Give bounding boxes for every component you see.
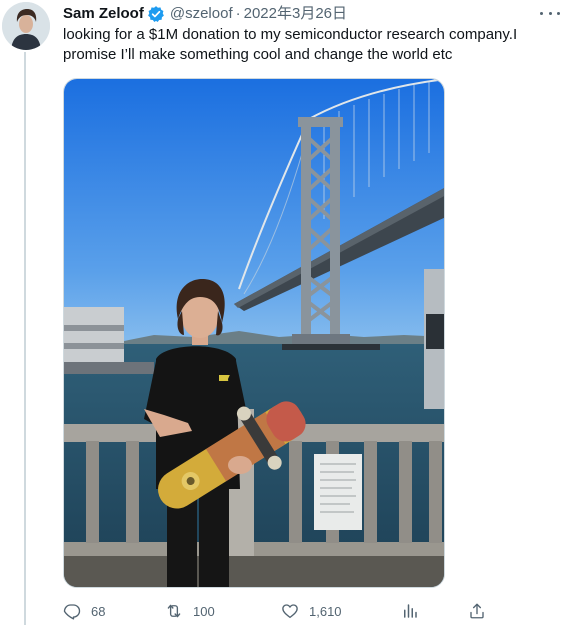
action-bar: 68 100 1,610	[63, 600, 493, 622]
tweet: Sam Zeloof @szeloof · 2022年3月26日 looking…	[0, 0, 568, 625]
heart-icon	[282, 604, 298, 619]
retweet-count: 100	[193, 603, 215, 619]
separator-dot: ·	[235, 5, 241, 22]
avatar-image	[2, 2, 50, 50]
verified-badge-icon	[147, 6, 164, 23]
more-dot	[540, 11, 543, 15]
share-icon	[470, 603, 484, 619]
reply-count: 68	[91, 603, 106, 619]
more-dot	[548, 11, 552, 15]
like-button[interactable]: 1,610	[281, 600, 342, 622]
tweet-photo[interactable]	[63, 78, 445, 588]
share-button[interactable]	[468, 600, 486, 622]
retweet-icon	[167, 604, 181, 618]
more-horizontal-icon[interactable]	[540, 6, 560, 20]
reply-icon	[63, 604, 81, 620]
author-handle[interactable]: @szeloof	[170, 4, 233, 24]
author-name[interactable]: Sam Zeloof	[63, 4, 144, 24]
tweet-header: Sam Zeloof @szeloof · 2022年3月26日	[63, 3, 347, 25]
avatar[interactable]	[2, 2, 50, 50]
reply-button[interactable]: 68	[63, 600, 105, 622]
thread-line	[24, 52, 26, 625]
tweet-date[interactable]: 2022年3月26日	[244, 4, 347, 24]
more-dot	[557, 11, 560, 15]
views-button[interactable]	[401, 600, 419, 622]
tweet-text: looking for a $1M donation to my semicon…	[63, 26, 518, 63]
photo-image	[64, 79, 444, 587]
like-count: 1,610	[309, 603, 342, 619]
analytics-icon	[404, 604, 417, 618]
retweet-button[interactable]: 100	[165, 600, 215, 622]
